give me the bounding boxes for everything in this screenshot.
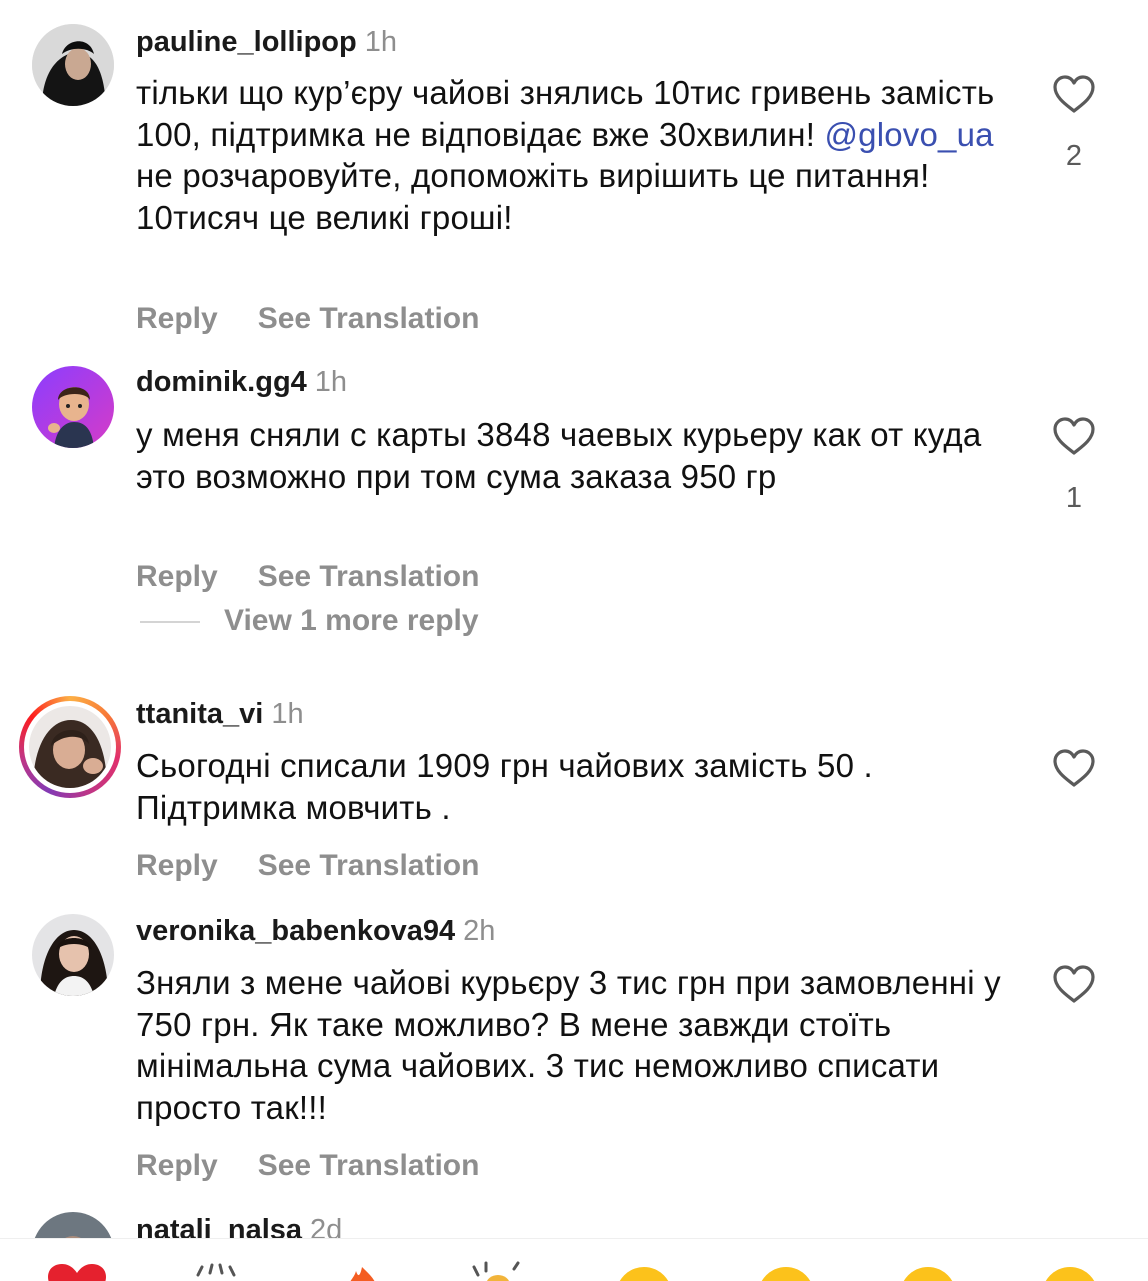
reply-button[interactable]: Reply	[136, 849, 218, 882]
see-translation-button[interactable]: See Translation	[258, 560, 480, 593]
comment-actions: Reply See Translation	[136, 301, 479, 337]
raising-hands-emoji[interactable]	[190, 1263, 250, 1281]
username[interactable]: ttanita_vi	[136, 698, 263, 730]
username[interactable]: natali_nalsa	[136, 1214, 302, 1238]
timestamp: 1h	[314, 366, 348, 398]
reply-button[interactable]: Reply	[136, 560, 218, 593]
see-translation-button[interactable]: See Translation	[258, 849, 480, 882]
avatar[interactable]	[32, 24, 114, 106]
avatar[interactable]	[32, 1212, 114, 1238]
crying-face-emoji[interactable]	[616, 1267, 672, 1281]
clapping-hands-emoji[interactable]	[466, 1261, 532, 1281]
avatar[interactable]	[32, 366, 114, 448]
see-translation-button[interactable]: See Translation	[258, 302, 480, 335]
reply-button[interactable]: Reply	[136, 1149, 218, 1182]
emoji-reaction-bar	[0, 1238, 1148, 1281]
comment-meta: pauline_lollipop 1h	[136, 24, 397, 60]
fire-emoji[interactable]	[340, 1265, 384, 1281]
username[interactable]: veronika_babenkova94	[136, 915, 455, 947]
timestamp: 1h	[364, 26, 397, 58]
timestamp: 2h	[463, 915, 496, 947]
heart-outline-icon[interactable]	[1052, 748, 1096, 788]
comment-meta: dominik.gg4 1h	[136, 364, 347, 400]
comment-actions: Reply See Translation	[136, 1148, 479, 1184]
heart-outline-icon[interactable]	[1052, 416, 1096, 456]
laughing-emoji[interactable]	[1042, 1267, 1098, 1281]
red-heart-emoji[interactable]	[46, 1263, 108, 1281]
username[interactable]: dominik.gg4	[136, 366, 307, 398]
heart-eyes-emoji[interactable]	[758, 1267, 814, 1281]
story-ring[interactable]	[19, 696, 121, 798]
timestamp: 1h	[271, 698, 304, 730]
like-count: 2	[1065, 140, 1083, 172]
avatar[interactable]	[29, 706, 111, 788]
comment-text: у меня сняли с карты 3848 чаевых курьеру…	[136, 416, 982, 495]
comments-list: pauline_lollipop 1h тільки що кур’єру чай…	[0, 0, 1148, 1238]
timestamp: 2d	[310, 1214, 343, 1238]
see-translation-button[interactable]: See Translation	[258, 1149, 480, 1182]
view-more-replies-label: View 1 more reply	[224, 604, 479, 637]
comment-text: Зняли з мене чайові курьєру 3 тис грн пр…	[136, 964, 1001, 1126]
reply-button[interactable]: Reply	[136, 302, 218, 335]
comment-meta: natali_nalsa 2d	[136, 1212, 342, 1238]
heart-outline-icon[interactable]	[1052, 74, 1096, 114]
comment-meta: ttanita_vi 1h	[136, 696, 304, 732]
comment-meta: veronika_babenkova94 2h	[136, 913, 495, 949]
reply-thread-line	[140, 621, 200, 624]
open-mouth-emoji[interactable]	[900, 1267, 956, 1281]
view-more-replies-button[interactable]: View 1 more reply	[140, 604, 479, 638]
mention-link[interactable]: @glovo_ua	[824, 116, 993, 153]
comment-text: тільки що кур’єру чайові знялись 10тис г…	[136, 72, 1016, 238]
comment-text-part: не розчаровуйте, допоможіть вирішить це …	[136, 157, 930, 236]
comment-actions: Reply See Translation	[136, 848, 479, 884]
heart-outline-icon[interactable]	[1052, 964, 1096, 1004]
like-count: 1	[1065, 482, 1083, 514]
username[interactable]: pauline_lollipop	[136, 26, 357, 58]
comment-text: Сьогодні списали 1909 грн чайових заміст…	[136, 747, 873, 826]
comment-actions: Reply See Translation	[136, 559, 479, 595]
avatar[interactable]	[32, 914, 114, 996]
